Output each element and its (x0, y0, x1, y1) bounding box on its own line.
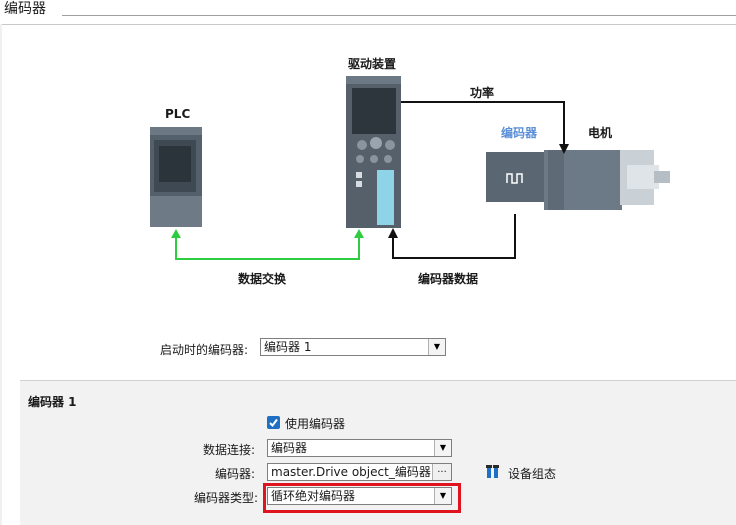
data-connection-select[interactable]: 编码器 ▼ (267, 439, 452, 457)
data-exchange-label: 数据交换 (238, 272, 287, 286)
plc-device (150, 127, 202, 227)
encoder-path-field[interactable]: master.Drive object_编码器1 ... (267, 463, 452, 481)
use-encoder-checkbox[interactable] (267, 416, 280, 429)
encoder-path-value: master.Drive object_编码器1 (271, 465, 439, 479)
chevron-down-icon[interactable]: ▼ (428, 339, 445, 355)
motor-device (478, 138, 670, 214)
chevron-down-icon[interactable]: ▼ (434, 440, 451, 456)
data-connection-label: 数据连接: (203, 443, 256, 457)
highlight-box (263, 483, 461, 513)
use-encoder-label: 使用编码器 (285, 417, 346, 431)
section-title: 编码器 1 (28, 395, 77, 409)
startup-encoder-label: 启动时的编码器: (160, 343, 249, 357)
startup-encoder-value: 编码器 1 (264, 340, 312, 354)
device-config-link[interactable]: 设备组态 (508, 465, 556, 482)
encoder-label: 编码器 (501, 126, 538, 140)
plc-label: PLC (165, 107, 191, 121)
data-connection-value: 编码器 (271, 441, 308, 455)
encoder-data-label: 编码器数据 (418, 272, 479, 286)
encoder-field-label: 编码器: (215, 467, 256, 481)
drive-label: 驱动装置 (348, 57, 397, 71)
check-icon (269, 418, 278, 428)
encoder-type-label: 编码器类型: (194, 491, 259, 505)
device-config-icon[interactable] (485, 464, 501, 480)
startup-encoder-select[interactable]: 编码器 1 ▼ (260, 338, 446, 356)
browse-button[interactable]: ... (432, 464, 451, 480)
power-label: 功率 (470, 86, 495, 100)
motor-label: 电机 (588, 126, 613, 140)
drive-topology-diagram (150, 76, 670, 260)
drive-device (346, 76, 401, 228)
